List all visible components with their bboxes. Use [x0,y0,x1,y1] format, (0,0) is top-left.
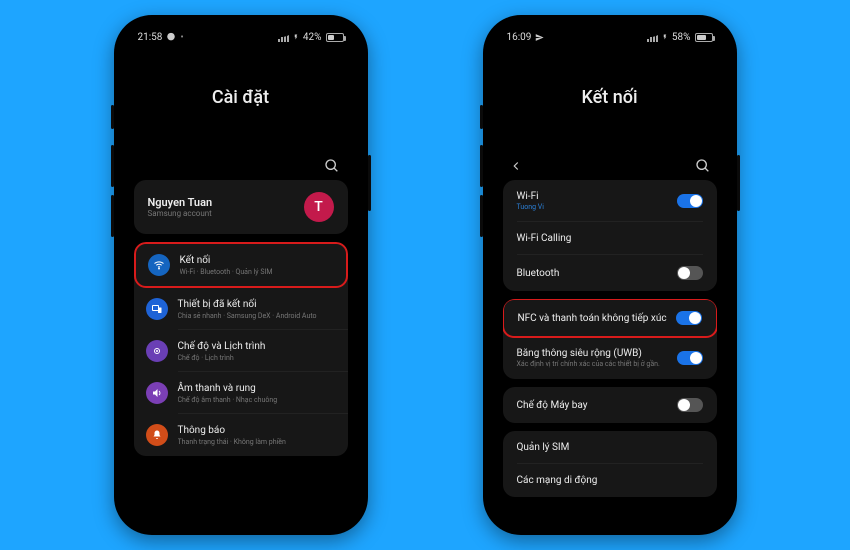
devices-icon [146,298,168,320]
row-sub: Xác định vị trí chính xác của các thiết … [517,360,660,368]
item-subtitle: Chế độ âm thanh · Nhạc chuông [178,396,336,404]
notif-icon [146,424,168,446]
signal-icon [647,33,658,42]
battery-pct: 42% [303,32,322,43]
item-subtitle: Thanh trạng thái · Không làm phiền [178,438,336,446]
toggle-switch[interactable] [677,351,703,365]
battery-pct: 58% [672,32,691,43]
settings-item-sound[interactable]: Âm thanh và rungChế độ âm thanh · Nhạc c… [134,372,348,414]
phone-frame-right: 16:09 58% Kết nối Wi-FiTuong Vi Wi-Fi Cal… [483,15,737,535]
back-icon[interactable] [509,159,523,173]
account-sub: Samsung account [148,209,213,218]
screen-left: 21:58 • 42% Cài đặt Nguyen Tuan Samsung … [124,25,358,525]
row-label: NFC và thanh toán không tiếp xúc [518,313,667,324]
connection-row[interactable]: Bluetooth [503,255,717,291]
search-icon[interactable] [695,158,711,174]
toggle-switch[interactable] [676,311,702,325]
battery-icon [326,33,344,42]
settings-item-notif[interactable]: Thông báoThanh trạng thái · Không làm ph… [134,414,348,456]
screen-right: 16:09 58% Kết nối Wi-FiTuong Vi Wi-Fi Cal… [493,25,727,525]
settings-item-devices[interactable]: Thiết bị đã kết nốiChia sẻ nhanh · Samsu… [134,288,348,330]
messenger-icon [166,32,176,42]
item-subtitle: Wi-Fi · Bluetooth · Quản lý SIM [180,268,334,276]
connection-row[interactable]: Các mạng di động [503,464,717,497]
status-time: 16:09 [507,32,532,43]
battery-icon [695,33,713,42]
toggle-switch[interactable] [677,194,703,208]
item-title: Kết nối [180,255,334,267]
status-bar: 16:09 58% [493,25,727,49]
search-icon[interactable] [324,158,340,174]
sound-icon [146,382,168,404]
settings-list: Kết nốiWi-Fi · Bluetooth · Quản lý SIMTh… [134,242,348,456]
connections-list: Wi-FiTuong Vi Wi-Fi Calling Bluetooth NFC v… [493,180,727,515]
modes-icon [146,340,168,362]
settings-group: Quản lý SIM Các mạng di động [503,431,717,497]
connection-row[interactable]: Chế độ Máy bay [503,387,717,423]
row-label: Quản lý SIM [517,442,570,453]
flash-icon [293,32,299,42]
page-title: Cài đặt [124,87,358,108]
item-subtitle: Chia sẻ nhanh · Samsung DeX · Android Au… [178,312,336,320]
signal-icon [278,33,289,42]
settings-item-wifi[interactable]: Kết nốiWi-Fi · Bluetooth · Quản lý SIM [134,242,348,288]
item-title: Chế độ và Lịch trình [178,341,336,353]
item-title: Âm thanh và rung [178,383,336,395]
row-label: Wi-Fi Calling [517,233,572,244]
page-header: Kết nối [493,49,727,108]
avatar[interactable]: T [304,192,334,222]
connection-row[interactable]: Wi-Fi Calling [503,222,717,255]
toggle-switch[interactable] [677,398,703,412]
row-sub: Tuong Vi [517,203,544,211]
connection-row[interactable]: Băng thông siêu rộng (UWB)Xác định vị tr… [503,337,717,379]
settings-group: Wi-FiTuong Vi Wi-Fi Calling Bluetooth [503,180,717,291]
settings-group: NFC và thanh toán không tiếp xúc Băng thô… [503,299,717,379]
page-header: Cài đặt [124,49,358,108]
toggle-switch[interactable] [677,266,703,280]
item-title: Thông báo [178,425,336,437]
status-time: 21:58 [138,32,163,43]
settings-item-modes[interactable]: Chế độ và Lịch trìnhChế độ · Lịch trình [134,330,348,372]
wifi-icon [148,254,170,276]
send-icon [535,33,544,42]
row-label: Chế độ Máy bay [517,400,588,411]
connection-row[interactable]: Quản lý SIM [503,431,717,464]
row-label: Wi-Fi [517,191,544,202]
page-title: Kết nối [493,87,727,108]
account-name: Nguyen Tuan [148,196,213,209]
connection-row[interactable]: NFC và thanh toán không tiếp xúc [503,299,717,338]
item-subtitle: Chế độ · Lịch trình [178,354,336,362]
settings-group: Chế độ Máy bay [503,387,717,423]
phone-frame-left: 21:58 • 42% Cài đặt Nguyen Tuan Samsung … [114,15,368,535]
item-title: Thiết bị đã kết nối [178,299,336,311]
row-label: Các mạng di động [517,475,598,486]
row-label: Bluetooth [517,268,560,279]
flash-icon [662,32,668,42]
status-bar: 21:58 • 42% [124,25,358,49]
connection-row[interactable]: Wi-FiTuong Vi [503,180,717,222]
row-label: Băng thông siêu rộng (UWB) [517,348,660,359]
account-card[interactable]: Nguyen Tuan Samsung account T [134,180,348,234]
